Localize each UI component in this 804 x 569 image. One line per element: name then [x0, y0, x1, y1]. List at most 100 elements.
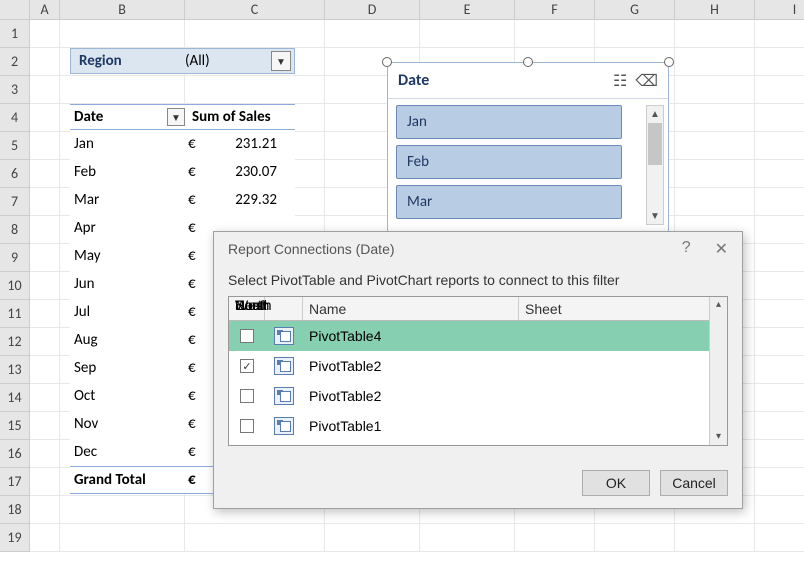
scroll-down-icon[interactable]: ▼	[647, 208, 663, 224]
cell[interactable]	[30, 20, 60, 48]
cell[interactable]	[325, 524, 420, 552]
cell[interactable]	[30, 356, 60, 384]
multiselect-icon[interactable]: ☷	[613, 71, 627, 91]
resize-handle[interactable]	[523, 57, 533, 67]
cell[interactable]	[30, 496, 60, 524]
cell[interactable]	[755, 412, 804, 440]
cell[interactable]	[675, 76, 755, 104]
row-header[interactable]: 1	[0, 20, 30, 48]
cell[interactable]	[420, 20, 515, 48]
row-header[interactable]: 18	[0, 496, 30, 524]
date-dropdown-icon[interactable]: ▼	[167, 108, 185, 126]
cell[interactable]	[755, 384, 804, 412]
cell[interactable]	[185, 524, 325, 552]
cell[interactable]	[755, 48, 804, 76]
cell[interactable]	[755, 76, 804, 104]
col-header[interactable]: C	[185, 0, 325, 20]
cell[interactable]	[60, 76, 185, 104]
slicer-date[interactable]: Date ☷ ⌫ JanFebMar ▲ ▼	[387, 62, 669, 232]
row-header[interactable]: 11	[0, 300, 30, 328]
slicer-item[interactable]: Feb	[396, 145, 622, 179]
cell[interactable]	[675, 160, 755, 188]
cell[interactable]	[755, 244, 804, 272]
row-header[interactable]: 2	[0, 48, 30, 76]
cell[interactable]	[755, 20, 804, 48]
checkbox[interactable]: ✓	[240, 359, 254, 373]
pivot-row[interactable]: Feb€230.07	[70, 158, 295, 186]
cell[interactable]	[30, 300, 60, 328]
cell[interactable]	[325, 20, 420, 48]
slicer-item[interactable]: Mar	[396, 185, 622, 219]
col-header[interactable]: B	[60, 0, 185, 20]
cell[interactable]	[755, 188, 804, 216]
cell[interactable]	[595, 20, 675, 48]
row-header[interactable]: 13	[0, 356, 30, 384]
connection-row[interactable]: ✓PivotTable2North	[229, 351, 727, 381]
clear-filter-icon[interactable]: ⌫	[635, 71, 658, 91]
col-header[interactable]: E	[420, 0, 515, 20]
pivot-row[interactable]: Mar€229.32	[70, 186, 295, 214]
cell[interactable]	[515, 524, 595, 552]
cell[interactable]	[30, 160, 60, 188]
resize-handle[interactable]	[664, 57, 674, 67]
pivot-page-filter[interactable]: Region (All) ▼	[70, 48, 295, 74]
row-header[interactable]: 3	[0, 76, 30, 104]
dialog-titlebar[interactable]: Report Connections (Date) ? ✕	[214, 232, 742, 266]
row-header[interactable]: 5	[0, 132, 30, 160]
connection-row[interactable]: PivotTable1West	[229, 411, 727, 441]
cell[interactable]	[30, 104, 60, 132]
scroll-up-icon[interactable]: ▴	[710, 297, 727, 313]
row-header[interactable]: 7	[0, 188, 30, 216]
cell[interactable]	[30, 468, 60, 496]
scroll-up-icon[interactable]: ▲	[647, 106, 663, 122]
pivot-row[interactable]: Jan€231.21	[70, 130, 295, 158]
row-header[interactable]: 16	[0, 440, 30, 468]
row-header[interactable]: 8	[0, 216, 30, 244]
cell[interactable]	[755, 132, 804, 160]
cell[interactable]	[30, 384, 60, 412]
cell[interactable]	[755, 300, 804, 328]
cell[interactable]	[30, 272, 60, 300]
row-header[interactable]: 4	[0, 104, 30, 132]
cell[interactable]	[675, 104, 755, 132]
row-header[interactable]: 19	[0, 524, 30, 552]
cell[interactable]	[30, 412, 60, 440]
cell[interactable]	[755, 524, 804, 552]
cancel-button[interactable]: Cancel	[660, 470, 728, 496]
row-header[interactable]: 6	[0, 160, 30, 188]
cell[interactable]	[30, 48, 60, 76]
filter-dropdown-icon[interactable]: ▼	[271, 51, 291, 71]
cell[interactable]	[60, 524, 185, 552]
cell[interactable]	[420, 524, 515, 552]
col-header[interactable]: A	[30, 0, 60, 20]
dialog-scrollbar[interactable]: ▴ ▾	[709, 297, 727, 445]
cell[interactable]	[755, 496, 804, 524]
cell[interactable]	[755, 160, 804, 188]
select-all-corner[interactable]	[0, 0, 30, 20]
row-header[interactable]: 15	[0, 412, 30, 440]
cell[interactable]	[675, 188, 755, 216]
col-sheet[interactable]: Sheet	[519, 297, 727, 320]
cell[interactable]	[30, 328, 60, 356]
cell[interactable]	[755, 104, 804, 132]
col-header[interactable]: H	[675, 0, 755, 20]
cell[interactable]	[755, 216, 804, 244]
cell[interactable]	[30, 244, 60, 272]
cell[interactable]	[30, 440, 60, 468]
cell[interactable]	[30, 524, 60, 552]
row-header[interactable]: 12	[0, 328, 30, 356]
cell[interactable]	[755, 356, 804, 384]
ok-button[interactable]: OK	[582, 470, 650, 496]
col-header[interactable]: I	[755, 0, 804, 20]
cell[interactable]	[755, 468, 804, 496]
cell[interactable]	[755, 272, 804, 300]
cell[interactable]	[60, 496, 185, 524]
col-name[interactable]: Name	[303, 297, 519, 320]
cell[interactable]	[755, 440, 804, 468]
row-header[interactable]: 10	[0, 272, 30, 300]
slicer-item[interactable]: Jan	[396, 105, 622, 139]
col-header[interactable]: F	[515, 0, 595, 20]
cell[interactable]	[60, 20, 185, 48]
cell[interactable]	[185, 20, 325, 48]
cell[interactable]	[675, 524, 755, 552]
